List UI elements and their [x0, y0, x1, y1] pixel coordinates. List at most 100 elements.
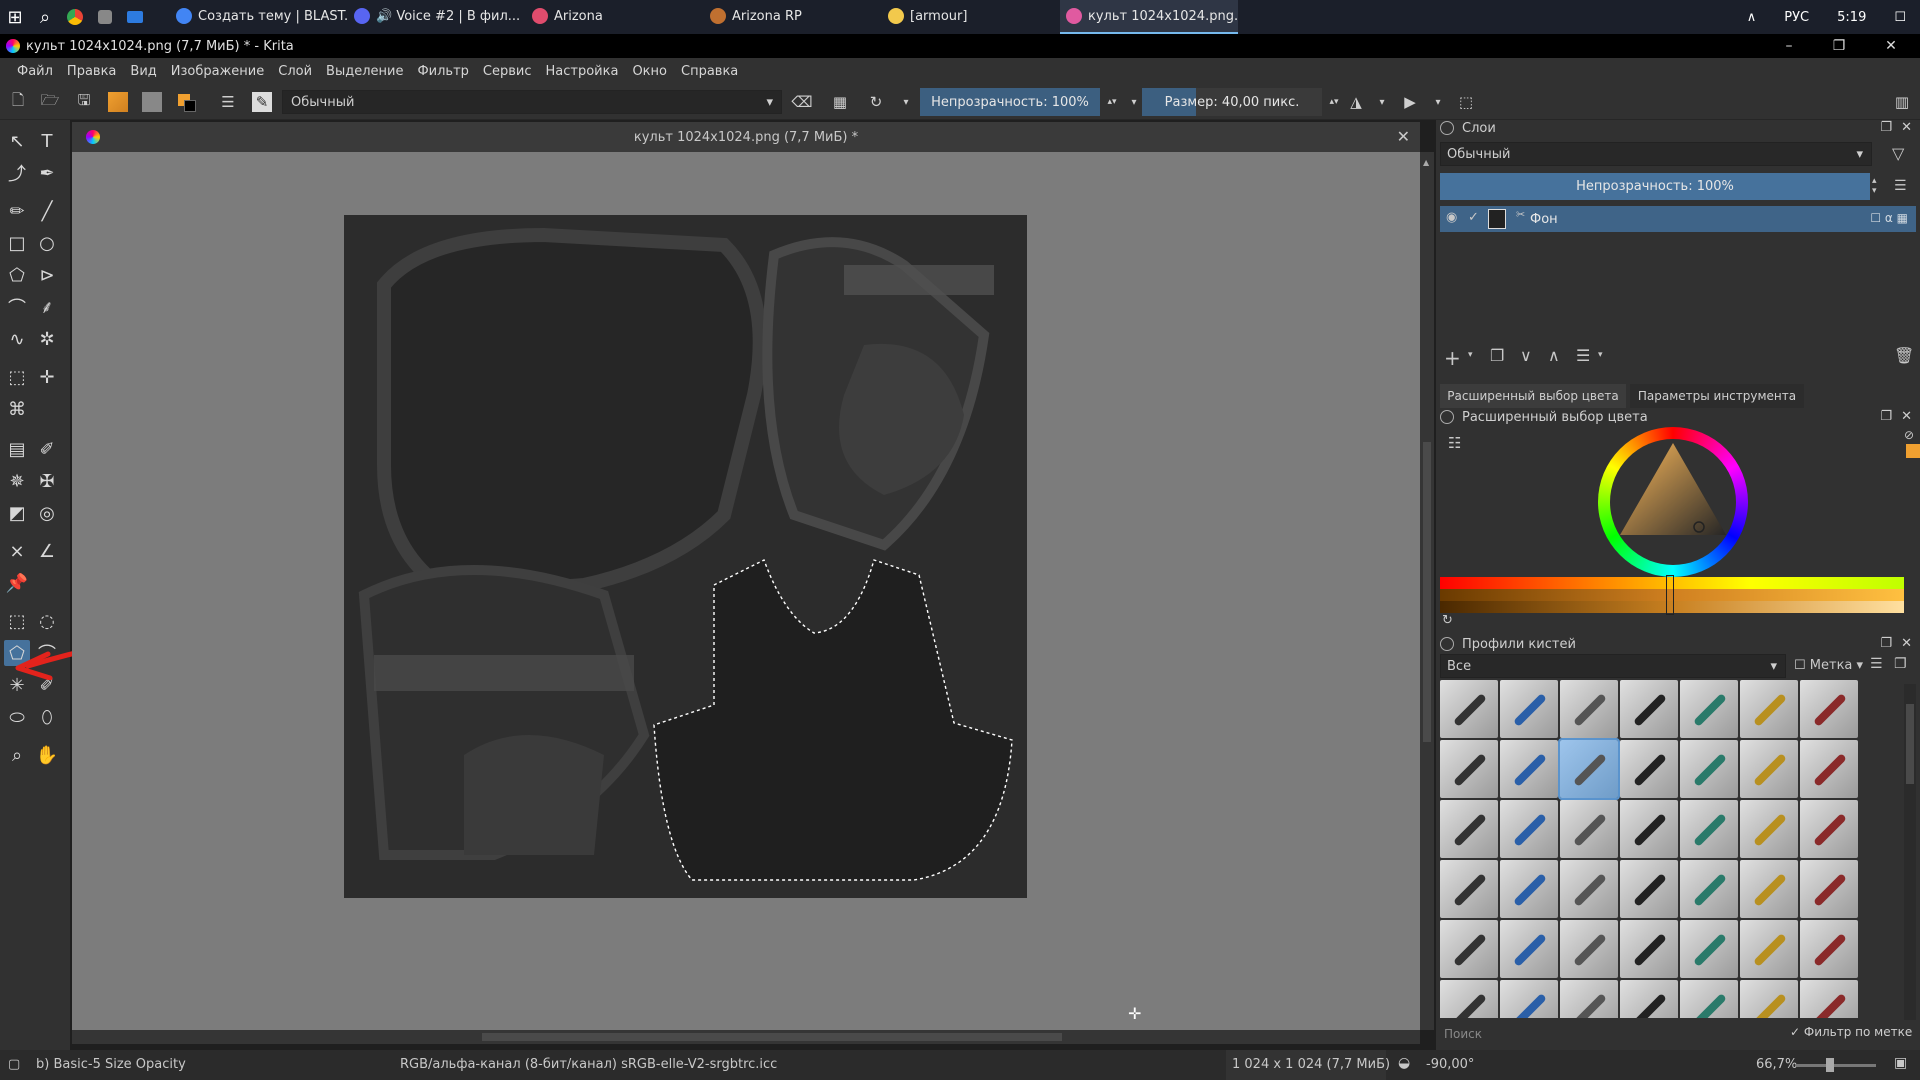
layer-blend-mode-select[interactable]: Обычный ▾ [1440, 142, 1872, 166]
save-icon[interactable]: 🖫 [74, 91, 94, 112]
edit-shapes-icon[interactable]: ⤴ [4, 160, 30, 186]
brush-preset-tile[interactable] [1440, 800, 1498, 858]
chrome-icon[interactable] [60, 0, 90, 34]
bezier-select-icon[interactable]: ⬭ [4, 704, 30, 730]
opacity-slider[interactable]: Непрозрачность: 100% [920, 88, 1100, 116]
brush-preset-tile[interactable] [1620, 800, 1678, 858]
pattern-swatch[interactable] [142, 92, 162, 112]
float-panel-icon[interactable]: ❐ [1880, 120, 1892, 135]
brush-preset-tile[interactable] [1800, 680, 1858, 738]
mail-icon[interactable] [120, 0, 150, 34]
chevron-down-icon[interactable]: ▾ [1372, 92, 1392, 112]
slider-handle[interactable] [1666, 575, 1674, 615]
zoom-slider-handle[interactable] [1826, 1058, 1834, 1072]
layer-opacity-spin-icon[interactable]: ▴ ▾ [1872, 176, 1877, 196]
magnetic-select-icon[interactable]: ⬯ [34, 704, 60, 730]
mirror-vertical-icon[interactable]: ▶ [1400, 92, 1420, 112]
new-document-icon[interactable]: 🗋 [8, 91, 28, 112]
brush-preset-tile[interactable] [1740, 680, 1798, 738]
chevron-down-icon[interactable]: ▾ [1598, 350, 1603, 360]
brush-filter-select[interactable]: Все ▾ [1440, 654, 1786, 678]
taskbar-task[interactable]: [armour] [882, 0, 1060, 34]
brush-preset-tile[interactable] [1680, 860, 1738, 918]
tab-tool-options[interactable]: Параметры инструмента [1630, 384, 1804, 408]
wrap-around-icon[interactable]: ⬚ [1456, 92, 1476, 112]
crop-tool-icon[interactable]: ⌘ [4, 396, 30, 422]
text-tool-icon[interactable]: T [34, 128, 60, 154]
tab-color-selector[interactable]: Расширенный выбор цвета [1440, 384, 1626, 408]
brush-preset-tile[interactable] [1680, 740, 1738, 798]
layer-menu-icon[interactable]: ☰ [1894, 178, 1907, 194]
chevron-down-icon[interactable]: ▾ [896, 92, 916, 112]
brush-preset-tile[interactable] [1620, 860, 1678, 918]
brush-preset-tile[interactable] [1560, 800, 1618, 858]
multibrush-icon[interactable]: ✲ [34, 326, 60, 352]
brush-preset-tile[interactable] [1620, 980, 1678, 1018]
brush-scrollbar[interactable] [1904, 684, 1916, 1020]
move-up-icon[interactable]: ∧ [1548, 346, 1560, 365]
brush-preset-tile[interactable] [1440, 680, 1498, 738]
menu-image[interactable]: Изображение [164, 64, 271, 79]
brush-preset-tile[interactable] [1680, 980, 1738, 1018]
document-tab[interactable]: культ 1024x1024.png (7,7 МиБ) * ✕ [72, 122, 1420, 152]
size-spin-icon[interactable]: ▴▾ [1324, 92, 1344, 112]
eraser-icon[interactable]: ⌫ [791, 92, 812, 112]
fill-tool-icon[interactable]: ◩ [4, 500, 30, 526]
colorize-mask-icon[interactable]: ✵ [4, 468, 30, 494]
menu-filter[interactable]: Фильтр [410, 64, 475, 79]
freehand-path-icon[interactable]: ⸙ [34, 294, 60, 320]
language-indicator[interactable]: РУС [1770, 10, 1823, 25]
menu-help[interactable]: Справка [674, 64, 745, 79]
minimize-button[interactable]: – [1764, 34, 1814, 58]
brush-preset-tile[interactable] [1620, 740, 1678, 798]
brush-preset-tile[interactable] [1558, 738, 1620, 800]
brush-preset-tile[interactable] [1680, 680, 1738, 738]
line-tool-icon[interactable]: ╱ [34, 198, 60, 224]
brush-preset-tile[interactable] [1620, 680, 1678, 738]
smart-patch-icon[interactable]: ✠ [34, 468, 60, 494]
ellipse-tool-icon[interactable]: ○ [34, 230, 60, 256]
close-document-icon[interactable]: ✕ [1397, 127, 1410, 146]
brush-preset-tile[interactable] [1800, 980, 1858, 1018]
filter-icon[interactable]: ▽ [1892, 144, 1904, 163]
brush-preset-tile[interactable] [1800, 740, 1858, 798]
color-settings-icon[interactable]: ☷ [1448, 434, 1461, 452]
brush-preset-tile[interactable] [1620, 920, 1678, 978]
float-panel-icon[interactable]: ❐ [1880, 636, 1892, 651]
brush-preset-tile[interactable] [1740, 860, 1798, 918]
horizontal-scrollbar[interactable] [72, 1030, 1420, 1044]
mirror-horizontal-icon[interactable]: ◮ [1346, 92, 1366, 112]
dynamic-brush-icon[interactable]: ∿ [4, 326, 30, 352]
lock-panel-icon[interactable] [1440, 637, 1454, 651]
select-shapes-icon[interactable]: ↖ [4, 128, 30, 154]
menu-settings[interactable]: Настройка [539, 64, 626, 79]
menu-window[interactable]: Окно [625, 64, 674, 79]
move-tool-icon[interactable]: ✛ [34, 364, 60, 390]
bezier-tool-icon[interactable]: ⌒ [4, 294, 30, 320]
menu-layer[interactable]: Слой [271, 64, 319, 79]
vertical-scrollbar[interactable]: ▲ [1420, 152, 1434, 1030]
fit-page-icon[interactable]: ▣ [1894, 1055, 1907, 1071]
rectangle-tool-icon[interactable]: □ [4, 230, 30, 256]
brush-search-input[interactable]: Поиск [1440, 1024, 1780, 1044]
delete-layer-icon[interactable]: 🗑 [1894, 346, 1914, 365]
close-panel-icon[interactable]: ✕ [1901, 636, 1912, 651]
chevron-down-icon[interactable]: ▾ [1124, 92, 1144, 112]
measure-tool-icon[interactable]: ∠ [34, 538, 60, 564]
calligraphy-icon[interactable]: ✒ [34, 160, 60, 186]
brush-preset-tile[interactable] [1560, 680, 1618, 738]
taskbar-task[interactable]: Arizona RP [704, 0, 882, 34]
refresh-icon[interactable]: ↻ [1442, 613, 1453, 628]
lock-panel-icon[interactable] [1440, 121, 1454, 135]
brush-preset-tile[interactable] [1440, 740, 1498, 798]
brush-preset-tile[interactable] [1440, 980, 1498, 1018]
transform-tool-icon[interactable]: ⬚ [4, 364, 30, 390]
brush-preset-tile[interactable] [1440, 860, 1498, 918]
zoom-slider[interactable] [1796, 1064, 1876, 1067]
pan-tool-icon[interactable]: ✋ [34, 742, 60, 768]
brush-preset-tile[interactable] [1740, 980, 1798, 1018]
brush-preset-tile[interactable] [1500, 800, 1558, 858]
list-view-icon[interactable]: ☰ [1870, 656, 1883, 672]
brush-preset-tile[interactable] [1680, 800, 1738, 858]
brush-preset-tile[interactable] [1740, 800, 1798, 858]
